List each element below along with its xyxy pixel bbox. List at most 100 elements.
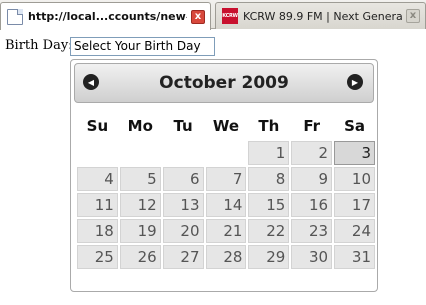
day-button[interactable]: 25 [77, 245, 118, 269]
calendar-cell [205, 141, 247, 165]
browser-tab-localhost[interactable]: http://local...ccounts/new# x [0, 2, 211, 30]
calendar-cell: 28 [205, 245, 247, 269]
day-button[interactable]: 16 [291, 193, 333, 217]
weekday-header: Fr [303, 116, 321, 135]
calendar-cell: 5 [119, 167, 161, 191]
calendar-cell: 16 [291, 193, 333, 217]
week-row: 25 26 27 28 29 30 31 [77, 245, 375, 269]
calendar-cell: 12 [119, 193, 161, 217]
day-button[interactable]: 12 [119, 193, 161, 217]
week-row: 123 [77, 141, 375, 165]
empty-day-cell [119, 141, 161, 165]
calendar-cell: 11 [77, 193, 118, 217]
calendar-cell: 27 [162, 245, 204, 269]
weekday-header: Sa [344, 116, 366, 135]
kcrw-favicon-icon: KCRW [222, 8, 238, 24]
tab-title: KCRW 89.9 FM | Next Generati... [243, 9, 402, 23]
empty-day-cell [77, 141, 118, 165]
day-button[interactable]: 9 [291, 167, 333, 191]
day-button[interactable]: 22 [248, 219, 290, 243]
calendar-cell: 20 [162, 219, 204, 243]
day-button[interactable]: 21 [205, 219, 247, 243]
calendar-cell [77, 141, 118, 165]
week-row: 4 5 6 7 8 9 10 [77, 167, 375, 191]
day-button[interactable]: 7 [205, 167, 247, 191]
day-button[interactable]: 1 [248, 141, 290, 165]
weekday-header: We [212, 116, 240, 135]
day-button[interactable]: 14 [205, 193, 247, 217]
calendar-cell: 2 [291, 141, 333, 165]
day-button[interactable]: 6 [162, 167, 204, 191]
day-button[interactable]: 8 [248, 167, 290, 191]
calendar-cell: 29 [248, 245, 290, 269]
weekday-header: Su [86, 116, 109, 135]
calendar-cell: 18 [77, 219, 118, 243]
day-button[interactable]: 26 [119, 245, 161, 269]
empty-day-cell [162, 141, 204, 165]
calendar-cell: 6 [162, 167, 204, 191]
day-button[interactable]: 11 [77, 193, 118, 217]
calendar-cell: 4 [77, 167, 118, 191]
day-button[interactable]: 19 [119, 219, 161, 243]
close-tab-icon[interactable]: x [191, 9, 205, 24]
day-button[interactable]: 2 [291, 141, 333, 165]
calendar-cell: 8 [248, 167, 290, 191]
day-button[interactable]: 31 [334, 245, 375, 269]
day-button[interactable]: 18 [77, 219, 118, 243]
day-button[interactable]: 23 [291, 219, 333, 243]
day-button[interactable]: 29 [248, 245, 290, 269]
day-button[interactable]: 4 [77, 167, 118, 191]
datepicker-header: ◀ October 2009 ▶ [74, 63, 374, 103]
calendar-cell: 7 [205, 167, 247, 191]
calendar-cell: 25 [77, 245, 118, 269]
calendar-cell: 21 [205, 219, 247, 243]
calendar-cell [119, 141, 161, 165]
calendar-cell: 17 [334, 193, 375, 217]
month-title: October 2009 [159, 73, 289, 93]
day-button[interactable]: 24 [334, 219, 375, 243]
document-icon [7, 8, 23, 25]
datepicker: ◀ October 2009 ▶ Su Mo Tu We Th Fr Sa 12… [70, 59, 378, 292]
day-button[interactable]: 20 [162, 219, 204, 243]
day-button[interactable]: 27 [162, 245, 204, 269]
calendar-cell: 10 [334, 167, 375, 191]
weekday-header: Mo [127, 116, 153, 135]
day-button[interactable]: 15 [248, 193, 290, 217]
day-button[interactable]: 10 [334, 167, 375, 191]
browser-tab-kcrw[interactable]: KCRW KCRW 89.9 FM | Next Generati... x [215, 2, 426, 29]
calendar-cell [162, 141, 204, 165]
day-button[interactable]: 28 [205, 245, 247, 269]
calendar-cell: 1 [248, 141, 290, 165]
calendar-cell: 19 [119, 219, 161, 243]
kcrw-favicon-text: KCRW [222, 12, 238, 19]
empty-day-cell [205, 141, 247, 165]
close-tab-icon[interactable]: x [406, 9, 420, 23]
calendar-cell: 26 [119, 245, 161, 269]
tab-title: http://local...ccounts/new# [28, 10, 187, 23]
calendar-cell: 22 [248, 219, 290, 243]
weekday-row: Su Mo Tu We Th Fr Sa [77, 112, 375, 139]
calendar-cell: 30 [291, 245, 333, 269]
week-row: 18 19 20 21 22 23 24 [77, 219, 375, 243]
birth-day-input[interactable]: Select Your Birth Day [70, 37, 215, 56]
selected-day-button[interactable]: 3 [334, 141, 375, 165]
weekday-header: Th [258, 116, 280, 135]
day-button[interactable]: 30 [291, 245, 333, 269]
calendar-cell: 3 [334, 141, 375, 165]
calendar-cell: 31 [334, 245, 375, 269]
calendar-cell: 15 [248, 193, 290, 217]
birth-day-label: Birth Day: [5, 38, 73, 53]
next-month-icon[interactable]: ▶ [347, 74, 363, 90]
calendar-cell: 13 [162, 193, 204, 217]
calendar-cell: 23 [291, 219, 333, 243]
calendar-cell: 14 [205, 193, 247, 217]
calendar-cell: 9 [291, 167, 333, 191]
day-button[interactable]: 13 [162, 193, 204, 217]
weekday-header: Tu [173, 116, 193, 135]
day-button[interactable]: 17 [334, 193, 375, 217]
day-button[interactable]: 5 [119, 167, 161, 191]
week-row: 11 12 13 14 15 16 17 [77, 193, 375, 217]
calendar-cell: 24 [334, 219, 375, 243]
calendar-grid: Su Mo Tu We Th Fr Sa 1 2 3 4 5 6 7 8 9 10 11 12 13 14… [75, 110, 377, 271]
browser-tab-strip: http://local...ccounts/new# x KCRW KCRW … [0, 0, 426, 30]
